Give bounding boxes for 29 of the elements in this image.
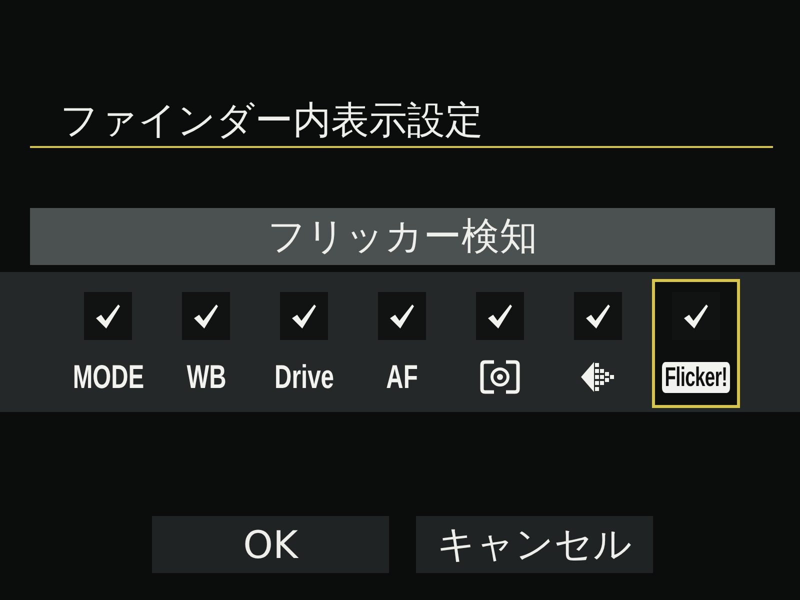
checkbox[interactable] bbox=[84, 292, 132, 340]
option-item[interactable]: Flicker! bbox=[652, 279, 740, 408]
option-item[interactable]: WB bbox=[162, 279, 250, 408]
option-label: Flicker! bbox=[662, 362, 730, 392]
check-icon bbox=[586, 304, 610, 328]
option-label: Drive bbox=[274, 359, 334, 395]
checkbox[interactable] bbox=[280, 292, 328, 340]
checkbox[interactable] bbox=[378, 292, 426, 340]
option-label: WB bbox=[186, 359, 226, 395]
check-icon bbox=[390, 304, 414, 328]
check-icon bbox=[684, 304, 708, 328]
option-item[interactable]: Drive bbox=[260, 279, 348, 408]
option-label: AF bbox=[386, 359, 418, 395]
option-label: MODE bbox=[72, 359, 144, 395]
checkbox[interactable] bbox=[182, 292, 230, 340]
check-icon bbox=[194, 304, 218, 328]
check-icon bbox=[488, 304, 512, 328]
option-item[interactable]: AF bbox=[358, 279, 446, 408]
cancel-button[interactable]: キャンセル bbox=[416, 516, 653, 573]
metering-icon bbox=[480, 360, 520, 394]
checkbox[interactable] bbox=[476, 292, 524, 340]
option-name-bar: フリッカー検知 bbox=[30, 208, 775, 265]
check-icon bbox=[292, 304, 316, 328]
menu-title: ファインダー内表示設定 bbox=[60, 97, 483, 144]
ok-button[interactable]: OK bbox=[152, 516, 389, 573]
option-item[interactable]: MODE bbox=[64, 279, 152, 408]
check-icon bbox=[96, 304, 120, 328]
checkbox[interactable] bbox=[574, 292, 622, 340]
checkbox[interactable] bbox=[672, 292, 720, 340]
